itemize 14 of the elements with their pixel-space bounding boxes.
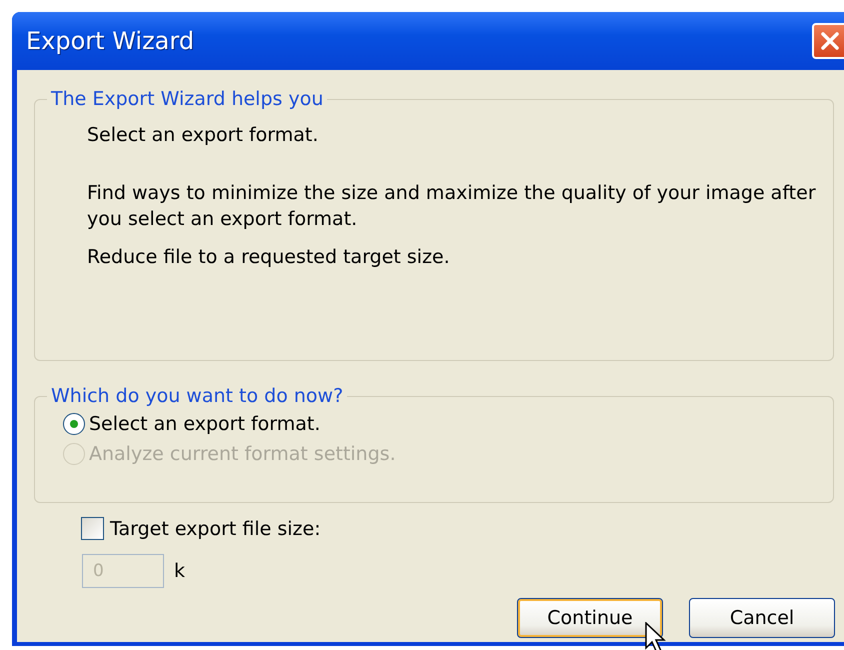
group-legend: Which do you want to do now? [47,385,348,407]
dialog-button[interactable]: Cancel [689,598,835,638]
group-legend: The Export Wizard helps you [47,88,328,110]
window-title: Export Wizard [26,27,194,55]
mouse-cursor-icon [645,622,669,650]
dialog-button[interactable]: Continue [517,598,663,638]
help-text: Find ways to minimize the size and maximize the quality of your image after you select an export format. [87,181,817,232]
help-text: Reduce file to a requested target size. [87,245,451,270]
radio-button[interactable] [63,413,85,435]
close-icon [818,29,842,53]
help-text: Select an export format. [87,123,320,148]
unit-label: k [174,560,186,582]
radio-label[interactable]: Select an export format. [89,413,320,435]
close-button[interactable] [812,23,844,59]
